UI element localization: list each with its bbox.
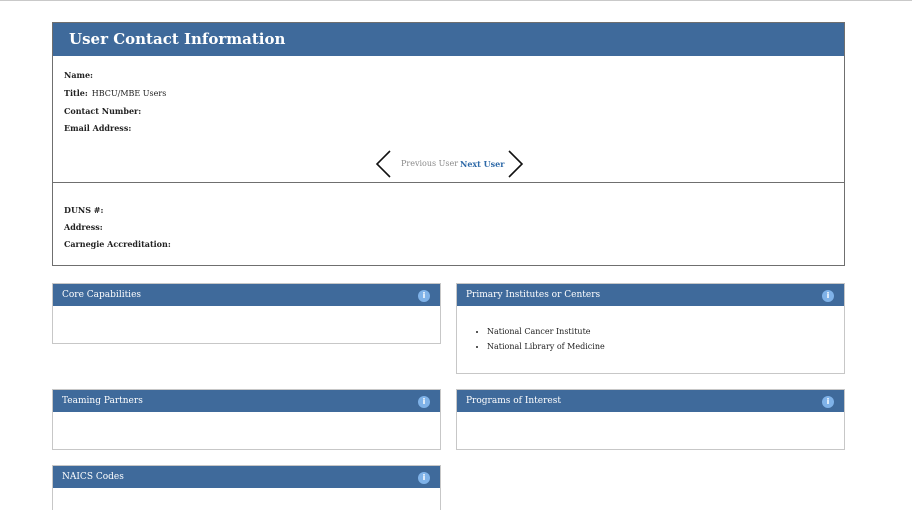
info-icon[interactable]: i — [418, 396, 430, 408]
carnegie-label: Carnegie Accreditation: — [64, 239, 171, 249]
user-contact-card: User Contact Information Name: Title: HBC… — [52, 22, 845, 266]
programs-of-interest-header: Programs of Interest i — [457, 390, 844, 412]
title-field: Title: HBCU/MBE Users — [64, 88, 166, 99]
programs-of-interest-panel: Programs of Interest i — [456, 389, 845, 450]
address-field: Address: — [64, 222, 107, 233]
duns-label: DUNS #: — [64, 205, 104, 215]
info-icon[interactable]: i — [822, 290, 834, 302]
page: User Contact Information Name: Title: HBC… — [0, 0, 912, 510]
previous-user-button[interactable]: Previous User — [401, 159, 458, 169]
chevron-left-icon[interactable] — [374, 149, 394, 179]
contact-card-title: User Contact Information — [53, 23, 844, 56]
organization-details: DUNS #: Address: Carnegie Accreditation: — [53, 183, 844, 265]
institutes-list: National Cancer Institute National Libra… — [457, 306, 844, 354]
naics-codes-title: NAICS Codes — [62, 472, 124, 482]
programs-of-interest-title: Programs of Interest — [466, 396, 561, 406]
next-user-button[interactable]: Next User — [460, 159, 504, 169]
list-item: National Library of Medicine — [487, 339, 844, 354]
name-field: Name: — [64, 70, 97, 81]
user-pager: Previous User Next User — [53, 149, 844, 179]
title-label: Title: — [64, 88, 88, 98]
email-label: Email Address: — [64, 123, 132, 133]
primary-institutes-header: Primary Institutes or Centers i — [457, 284, 844, 306]
contact-number-label: Contact Number: — [64, 106, 142, 116]
teaming-partners-header: Teaming Partners i — [53, 390, 440, 412]
core-capabilities-title: Core Capabilities — [62, 290, 142, 300]
info-icon[interactable]: i — [418, 290, 430, 302]
info-icon[interactable]: i — [418, 472, 430, 484]
teaming-partners-title: Teaming Partners — [62, 396, 143, 406]
contact-number-field: Contact Number: — [64, 106, 145, 117]
name-label: Name: — [64, 70, 94, 80]
email-field: Email Address: — [64, 123, 135, 134]
info-icon[interactable]: i — [822, 396, 834, 408]
core-capabilities-header: Core Capabilities i — [53, 284, 440, 306]
carnegie-field: Carnegie Accreditation: — [64, 239, 175, 250]
duns-field: DUNS #: — [64, 205, 107, 216]
teaming-partners-panel: Teaming Partners i — [52, 389, 441, 450]
chevron-right-icon[interactable] — [505, 149, 525, 179]
title-value: HBCU/MBE Users — [91, 89, 167, 98]
primary-institutes-title: Primary Institutes or Centers — [466, 290, 601, 300]
naics-codes-header: NAICS Codes i — [53, 466, 440, 488]
naics-codes-panel: NAICS Codes i — [52, 465, 441, 510]
primary-institutes-panel: Primary Institutes or Centers i National… — [456, 283, 845, 374]
address-label: Address: — [64, 222, 103, 232]
contact-details: Name: Title: HBCU/MBE Users Contact Numbe… — [53, 56, 844, 183]
list-item: National Cancer Institute — [487, 324, 844, 339]
core-capabilities-panel: Core Capabilities i — [52, 283, 441, 344]
